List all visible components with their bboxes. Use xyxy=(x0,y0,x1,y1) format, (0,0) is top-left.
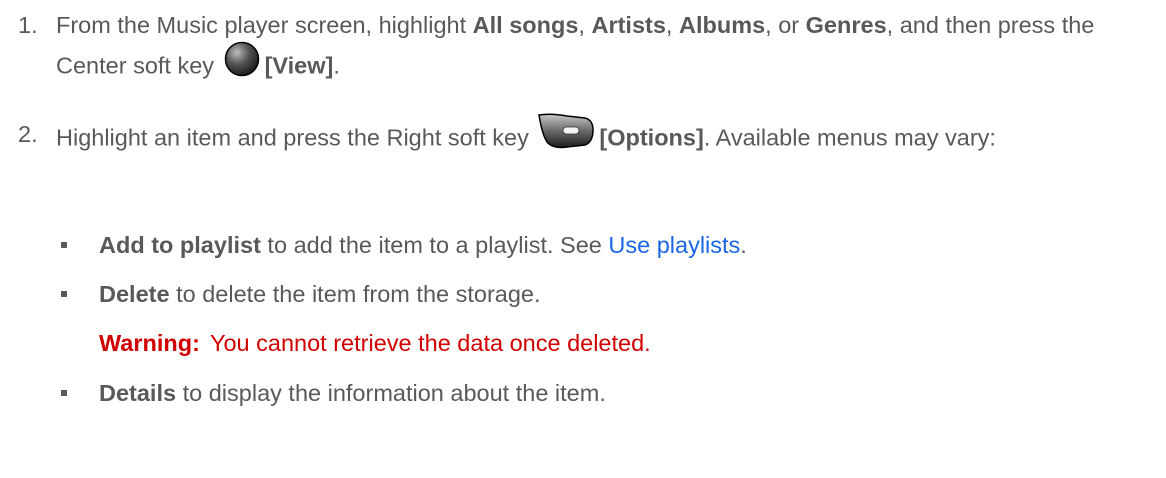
options-key-label: [Options] xyxy=(599,124,704,151)
list-item-description: to add the item to a playlist. See xyxy=(260,232,609,258)
step-number: 1. xyxy=(18,12,38,38)
view-key-label: [View] xyxy=(264,52,334,79)
step-1: 1. From the Music player screen, highlig… xyxy=(18,6,1158,79)
step-text-segment: . xyxy=(333,52,340,79)
term-add-to-playlist: Add to playlist xyxy=(99,232,261,258)
bullet-marker xyxy=(61,242,67,248)
list-item-text: Delete to delete the item from the stora… xyxy=(99,279,541,309)
bullet-marker xyxy=(61,390,67,396)
term-all-songs: All songs xyxy=(472,12,579,38)
term-delete: Delete xyxy=(99,281,170,307)
step-text: From the Music player screen, highlight … xyxy=(56,6,1156,91)
warning-label: Warning: xyxy=(99,330,200,356)
term-artists: Artists xyxy=(591,12,666,38)
warning-text: You cannot retrieve the data once delete… xyxy=(209,330,651,356)
term-genres: Genres xyxy=(805,12,887,38)
step-text: Highlight an item and press the Right so… xyxy=(56,112,1156,164)
term-details: Details xyxy=(99,380,177,406)
warning-note: Warning: You cannot retrieve the data onc… xyxy=(99,328,651,358)
step-text-segment: , or xyxy=(765,12,806,38)
step-text-segment: . Available menus may vary: xyxy=(703,124,996,151)
list-item-text: Details to display the information about… xyxy=(99,378,606,408)
right-soft-key-icon xyxy=(537,112,595,161)
list-item-text: Add to playlist to add the item to a pla… xyxy=(99,230,747,260)
step-text-segment: , xyxy=(578,12,592,38)
list-item-tail: . xyxy=(740,232,747,258)
step-text-segment: From the Music player screen, highlight xyxy=(56,12,473,38)
list-item-description: to display the information about the ite… xyxy=(176,380,606,406)
use-playlists-link[interactable]: Use playlists xyxy=(608,232,740,258)
center-soft-key-icon xyxy=(223,41,261,88)
term-albums: Albums xyxy=(678,12,766,38)
step-text-segment: , xyxy=(665,12,679,38)
list-item-description: to delete the item from the storage. xyxy=(169,281,541,307)
step-2: 2. Highlight an item and press the Right… xyxy=(18,113,1158,153)
step-text-segment: Highlight an item and press the Right so… xyxy=(56,124,536,151)
step-number: 2. xyxy=(18,121,38,147)
bullet-marker xyxy=(61,291,67,297)
